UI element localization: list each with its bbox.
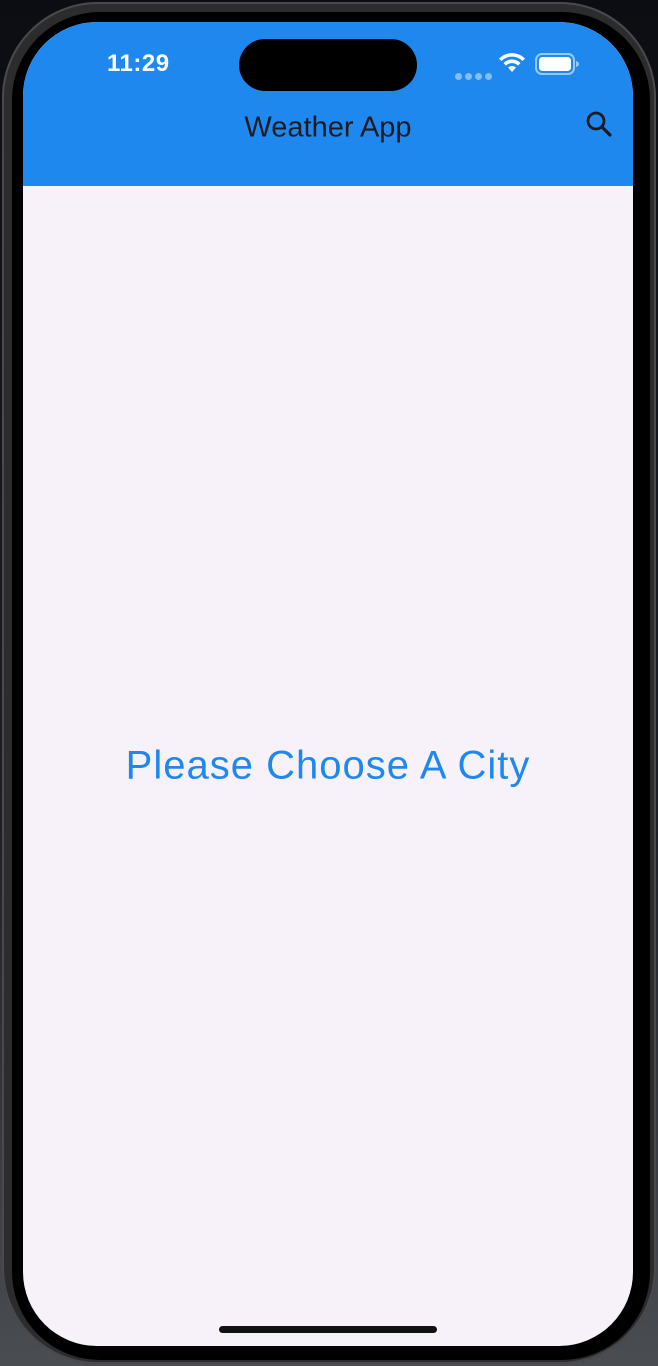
battery-icon <box>535 53 579 75</box>
status-time: 11:29 <box>107 50 170 77</box>
home-indicator[interactable] <box>219 1326 437 1333</box>
app-bar: 11:29 Weather App <box>23 22 633 186</box>
wifi-icon <box>499 53 525 72</box>
search-button[interactable] <box>579 104 619 144</box>
dynamic-island <box>239 39 417 91</box>
app-title: Weather App <box>244 111 412 144</box>
app-screen: 11:29 Weather App Please Choose A City <box>23 22 633 1346</box>
search-icon <box>586 111 612 137</box>
content-area: Please Choose A City <box>23 186 633 1346</box>
empty-state-message: Please Choose A City <box>125 743 531 788</box>
